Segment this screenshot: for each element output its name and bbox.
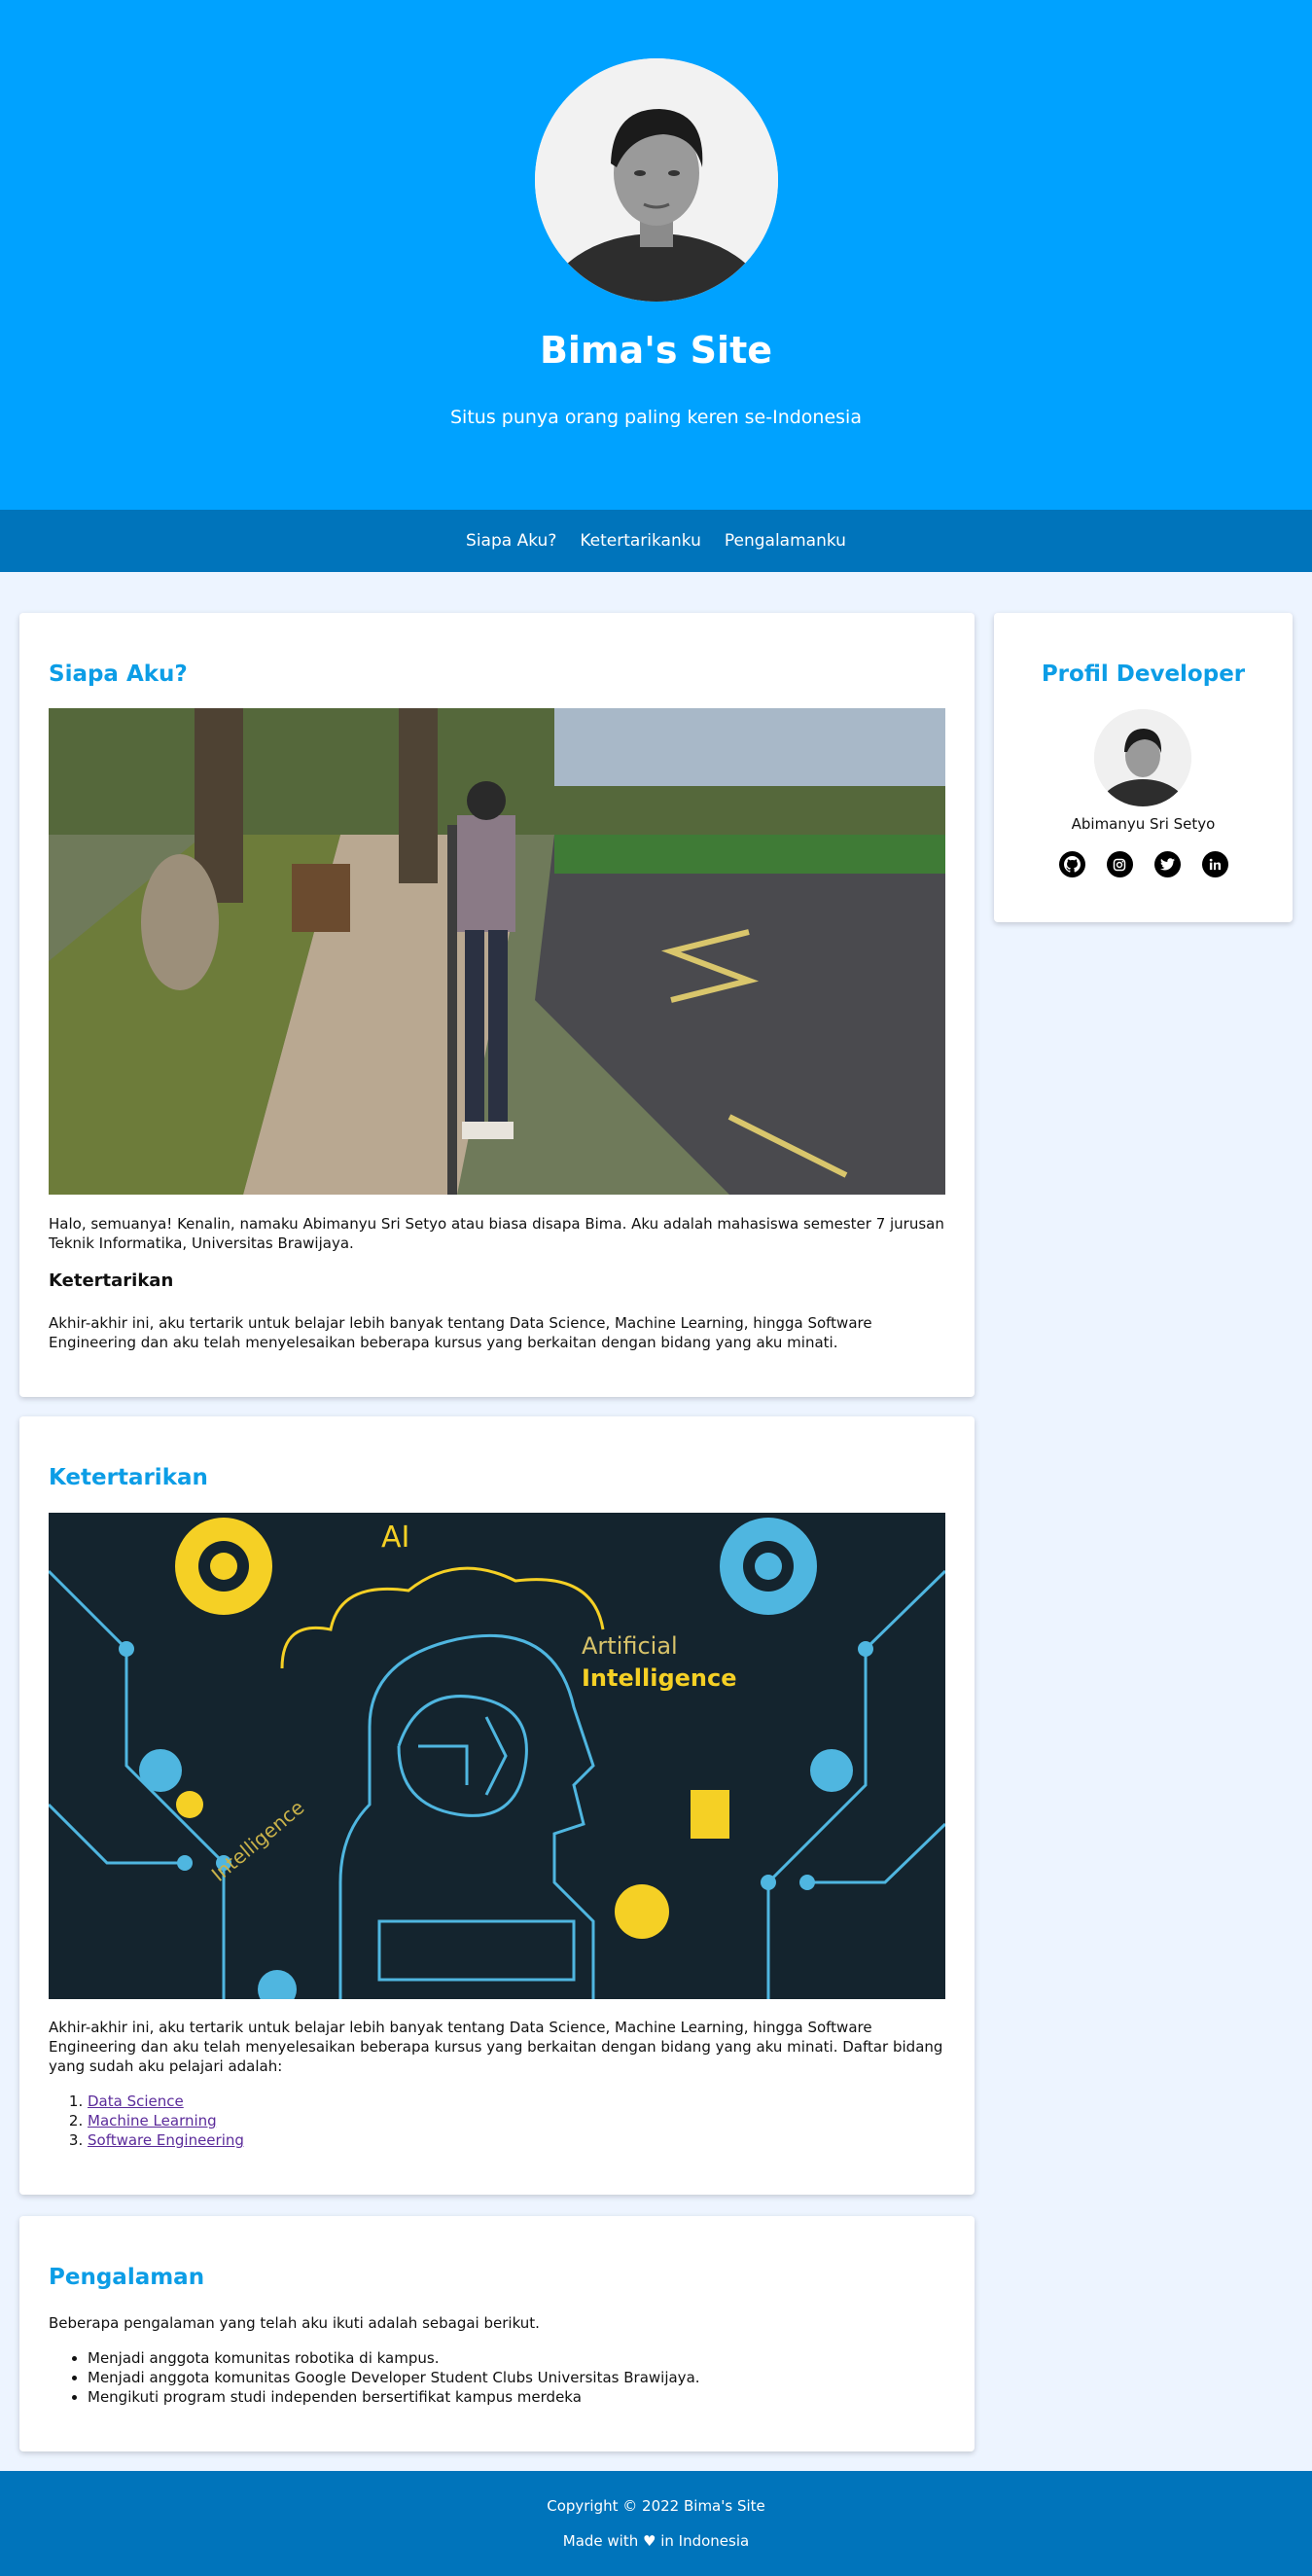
about-heading: Siapa Aku?: [49, 662, 188, 687]
interests-heading: Ketertarikan: [49, 1465, 208, 1490]
site-title: Bima's Site: [539, 329, 773, 372]
footer-made-with: Made with ♥ in Indonesia: [562, 2532, 750, 2550]
about-intro: Halo, semuanya! Kenalin, namaku Abimanyu…: [49, 1215, 944, 1252]
link-data-science[interactable]: Data Science: [88, 2093, 184, 2110]
site-footer: Copyright © 2022 Bima's Site Made with ♥…: [0, 2471, 1312, 2576]
about-card: Siapa Aku? Halo, semuanya! Kenalin, nama…: [19, 613, 975, 1397]
site-subtitle: Situs punya orang paling keren se-Indone…: [450, 407, 862, 428]
list-item: Software Engineering: [88, 2130, 945, 2150]
experience-card: Pengalaman Beberapa pengalaman yang tela…: [19, 2216, 975, 2451]
experience-text: Beberapa pengalaman yang telah aku ikuti…: [49, 2314, 540, 2332]
footer-copyright: Copyright © 2022 Bima's Site: [547, 2497, 765, 2515]
link-machine-learning[interactable]: Machine Learning: [88, 2112, 217, 2129]
about-interest-text: Akhir-akhir ini, aku tertarik untuk bela…: [49, 1314, 872, 1351]
interests-list: Data Science Machine Learning Software E…: [49, 2092, 945, 2150]
experience-list: Menjadi anggota komunitas robotika di ka…: [49, 2348, 945, 2407]
developer-name: Abimanyu Sri Setyo: [1071, 815, 1216, 833]
ai-label: AI: [381, 1521, 409, 1555]
linkedin-icon[interactable]: [1201, 851, 1228, 877]
interests-text: Akhir-akhir ini, aku tertarik untuk bela…: [49, 2019, 943, 2075]
nav-link-siapa-aku[interactable]: Siapa Aku?: [466, 531, 556, 551]
site-header: Bima's Site Situs punya orang paling ker…: [0, 0, 1312, 510]
nav-link-pengalamanku[interactable]: Pengalamanku: [725, 531, 846, 551]
main-nav: Siapa Aku? Ketertarikanku Pengalamanku: [0, 510, 1312, 572]
list-item: Machine Learning: [88, 2111, 945, 2130]
list-item: Menjadi anggota komunitas Google Develop…: [88, 2368, 945, 2387]
artificial-label: Artificial: [582, 1632, 678, 1660]
social-links: [994, 851, 1293, 877]
profile-avatar: [1094, 709, 1191, 806]
list-item: Mengikuti program studi independen berse…: [88, 2387, 945, 2407]
profile-card: Profil Developer Abimanyu Sri Setyo: [994, 613, 1293, 922]
about-photo: [49, 708, 945, 1195]
list-item: Data Science: [88, 2092, 945, 2111]
profile-heading: Profil Developer: [1041, 662, 1246, 687]
link-software-engineering[interactable]: Software Engineering: [88, 2131, 244, 2149]
intelligence-label: Intelligence: [582, 1664, 737, 1692]
nav-link-ketertarikanku[interactable]: Ketertarikanku: [580, 531, 701, 551]
ai-illustration: AI Artificial Intelligence Intelligence: [49, 1513, 945, 1999]
about-subheading: Ketertarikan: [49, 1270, 174, 1291]
list-item: Menjadi anggota komunitas robotika di ka…: [88, 2348, 945, 2368]
experience-heading: Pengalaman: [49, 2265, 205, 2290]
interests-card: Ketertarikan AI Artificial Intelligence …: [19, 1416, 975, 2195]
instagram-icon[interactable]: [1106, 851, 1133, 877]
github-icon[interactable]: [1058, 851, 1085, 877]
twitter-icon[interactable]: [1153, 851, 1181, 877]
header-avatar: [535, 58, 778, 302]
